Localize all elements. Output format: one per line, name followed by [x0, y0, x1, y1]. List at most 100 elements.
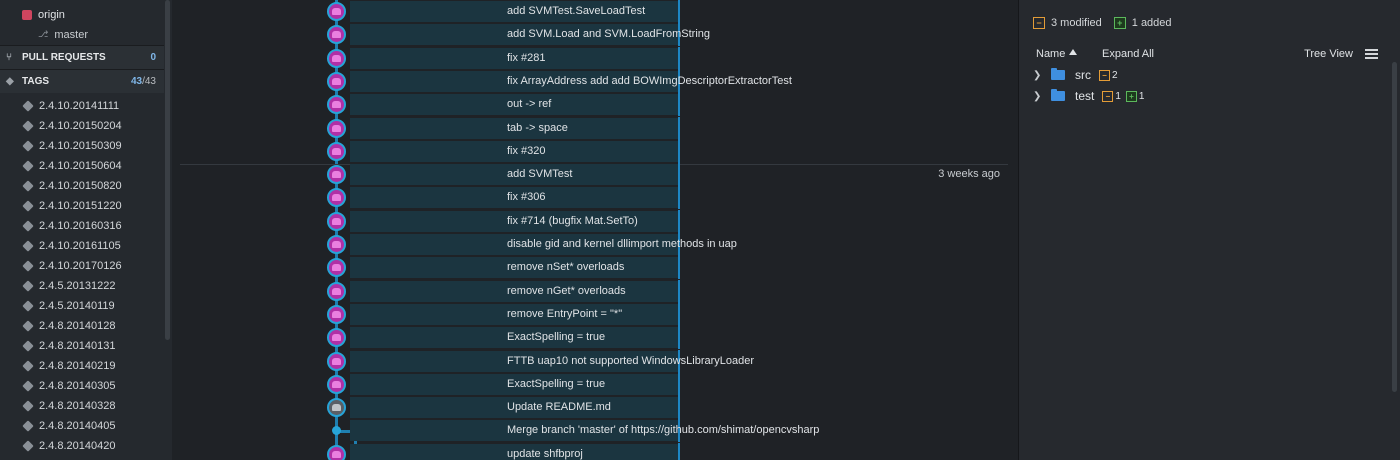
author-avatar-icon[interactable]: [327, 235, 346, 254]
pull-requests-section[interactable]: ⑂ PULL REQUESTS 0: [0, 45, 164, 69]
remote-origin[interactable]: origin: [0, 4, 164, 25]
tag-item[interactable]: 2.4.5.20140119: [0, 296, 164, 316]
file-changes-panel: − 3 modified + 1 added Name Expand All T…: [1018, 0, 1400, 460]
avatar-face: [332, 287, 341, 295]
commit-row[interactable]: add SVMTest.SaveLoadTest: [180, 0, 1008, 23]
commit-row[interactable]: FTTB uap10 not supported WindowsLibraryL…: [180, 349, 1008, 373]
tag-item[interactable]: 2.4.10.20150204: [0, 116, 164, 136]
avatar-face: [332, 147, 341, 155]
author-avatar-icon[interactable]: [327, 258, 346, 278]
folder-name: src: [1075, 68, 1091, 82]
commit-row[interactable]: fix #714 (bugfix Mat.SetTo): [180, 209, 1008, 233]
author-avatar-icon[interactable]: [327, 118, 346, 138]
author-avatar-icon[interactable]: [327, 188, 346, 208]
commit-row[interactable]: remove nSet* overloads: [180, 256, 1008, 280]
tag-item[interactable]: 2.4.8.20140420: [0, 436, 164, 456]
commit-row[interactable]: add SVM.Load and SVM.LoadFromString: [180, 23, 1008, 47]
tag-item[interactable]: 2.4.10.20160316: [0, 216, 164, 236]
avatar-face: [332, 357, 341, 365]
tag-item[interactable]: 2.4.8.20140128: [0, 316, 164, 336]
menu-icon[interactable]: [1365, 49, 1378, 59]
commit-row[interactable]: fix #306: [180, 186, 1008, 210]
tag-label: 2.4.10.20151220: [39, 200, 122, 212]
author-avatar-icon[interactable]: [327, 25, 346, 45]
tag-item[interactable]: 2.4.8.20140328: [0, 396, 164, 416]
commit-message: fix ArrayAddress add add BOWImgDescripto…: [507, 74, 792, 87]
tag-item[interactable]: 2.4.8.20140219: [0, 356, 164, 376]
commit-row[interactable]: out -> ref: [180, 93, 1008, 117]
remote-avatar-icon: [22, 9, 32, 20]
tag-item[interactable]: 2.4.8.20140305: [0, 376, 164, 396]
author-avatar-icon[interactable]: [327, 444, 346, 460]
author-avatar-icon[interactable]: [327, 71, 346, 91]
author-avatar-icon[interactable]: [327, 328, 346, 348]
sort-ascending-icon[interactable]: [1069, 49, 1077, 55]
commit-row[interactable]: tab -> space: [180, 116, 1008, 140]
tags-label: TAGS: [22, 76, 50, 87]
tag-item[interactable]: 2.4.8.20140405: [0, 416, 164, 436]
author-avatar-icon[interactable]: [327, 211, 346, 231]
chevron-right-icon[interactable]: ❯: [1033, 91, 1047, 102]
commit-row[interactable]: fix #281: [180, 46, 1008, 70]
sort-by-name[interactable]: Name: [1036, 48, 1065, 60]
tag-item[interactable]: 2.4.10.20170126: [0, 256, 164, 276]
commit-row[interactable]: disable gid and kernel dllimport methods…: [180, 233, 1008, 256]
added-icon: +: [1125, 90, 1137, 102]
tags-section[interactable]: ◆ TAGS 43/43: [0, 69, 164, 93]
author-avatar-icon[interactable]: [327, 304, 346, 324]
tree-view-toggle[interactable]: Tree View: [1304, 48, 1353, 60]
commit-row[interactable]: add SVMTest 3 weeks ago: [180, 163, 1008, 187]
commit-row[interactable]: fix ArrayAddress add add BOWImgDescripto…: [180, 69, 1008, 93]
graph-separator: [678, 279, 680, 303]
author-avatar-icon[interactable]: [327, 95, 346, 115]
commit-row[interactable]: Update README.md: [180, 396, 1008, 420]
tags-count: 43/43: [130, 76, 156, 87]
author-avatar-icon[interactable]: [327, 141, 346, 161]
sidebar-scrollbar[interactable]: [165, 0, 170, 340]
tree-folder-src[interactable]: ❯ src −2: [1033, 65, 1118, 85]
tag-item[interactable]: 2.4.10.20161105: [0, 236, 164, 256]
author-avatar-icon[interactable]: [327, 374, 346, 394]
chevron-right-icon[interactable]: ❯: [1033, 70, 1047, 81]
tag-label: 2.4.10.20141111: [39, 100, 120, 112]
commit-row[interactable]: remove nGet* overloads: [180, 279, 1008, 303]
tag-icon: [22, 180, 34, 192]
tag-item[interactable]: 2.4.10.20141111: [0, 96, 164, 116]
author-avatar-icon[interactable]: [327, 2, 346, 21]
author-avatar-icon[interactable]: [327, 351, 346, 371]
avatar-face: [332, 8, 341, 15]
commit-row[interactable]: Merge branch 'master' of https://github.…: [180, 419, 1008, 443]
tag-item[interactable]: 2.4.10.20150604: [0, 156, 164, 176]
tag-icon: [22, 340, 34, 352]
tree-folder-test[interactable]: ❯ test −1 +1: [1033, 86, 1144, 106]
tag-icon: [22, 400, 34, 412]
commit-row[interactable]: ExactSpelling = true: [180, 326, 1008, 350]
commit-message: disable gid and kernel dllimport methods…: [507, 238, 737, 250]
tag-icon: [22, 160, 34, 172]
pull-requests-count: 0: [150, 52, 156, 63]
tag-item[interactable]: 2.4.5.20131222: [0, 276, 164, 296]
avatar-face: [332, 404, 341, 412]
folder-change-stats: −2: [1099, 69, 1118, 81]
file-tree-scrollbar[interactable]: [1392, 62, 1397, 392]
tag-item[interactable]: 2.4.8.20140131: [0, 336, 164, 356]
expand-all-button[interactable]: Expand All: [1102, 48, 1154, 60]
author-avatar-icon[interactable]: [327, 165, 346, 185]
tag-item[interactable]: 2.4.10.20150309: [0, 136, 164, 156]
author-avatar-icon[interactable]: [327, 48, 346, 68]
branch-master[interactable]: ⎇ master: [0, 24, 164, 45]
merge-commit-dot[interactable]: [332, 426, 341, 436]
tag-icon: [22, 120, 34, 132]
author-avatar-icon[interactable]: [327, 398, 346, 418]
commit-row[interactable]: remove EntryPoint = "*": [180, 302, 1008, 326]
commit-row[interactable]: fix #320: [180, 139, 1008, 163]
commit-row[interactable]: update shfbproj: [180, 442, 1008, 460]
author-avatar-icon[interactable]: [327, 281, 346, 301]
modified-icon: −: [1102, 90, 1114, 102]
commit-row[interactable]: ExactSpelling = true: [180, 372, 1008, 396]
tag-item[interactable]: 2.4.10.20151220: [0, 196, 164, 216]
folder-icon: [1051, 89, 1065, 101]
tag-item[interactable]: 2.4.10.20150820: [0, 176, 164, 196]
tag-label: 2.4.10.20150604: [39, 160, 122, 172]
commit-message: fix #320: [507, 144, 546, 157]
